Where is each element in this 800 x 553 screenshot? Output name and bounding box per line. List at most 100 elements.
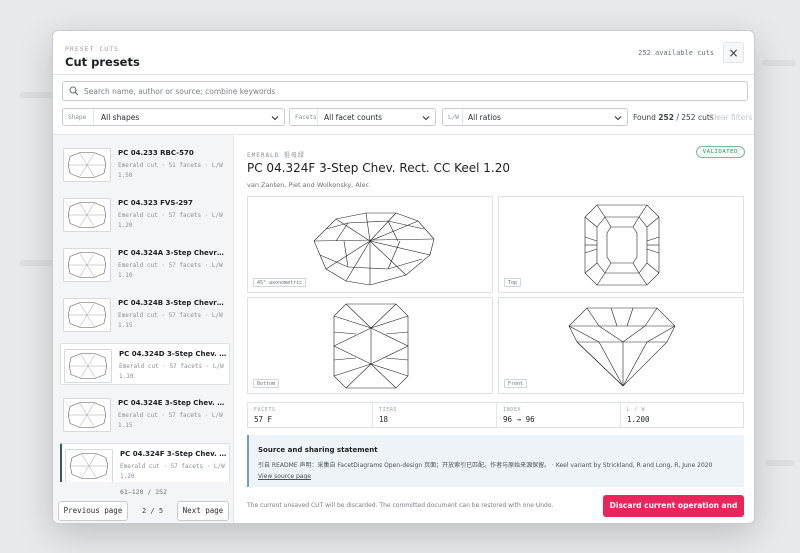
stat-label: TIERS: [379, 407, 398, 413]
stat-tiers: TIERS 18: [373, 403, 497, 427]
stat-ratio: L / W 1.200: [621, 403, 743, 427]
stat-value: 57 F: [254, 415, 273, 424]
stat-facets: FACETS 57 F: [248, 403, 373, 427]
backdrop-decoration: [762, 60, 796, 66]
list-item-title: PC 04.324D 3-Step Chev. Rect. …: [119, 350, 227, 358]
list-item-meta-ratio: 1.20: [118, 221, 133, 229]
dialog-title: Cut presets: [65, 55, 140, 69]
shape-filter[interactable]: Shape All shapes: [62, 108, 285, 126]
list-item-meta-ratio: 1.10: [118, 271, 133, 279]
validated-badge: VALIDATED: [695, 146, 745, 158]
view-label: Top: [504, 278, 522, 287]
list-item-meta: Emerald cut · 57 facets · L/W 1.15: [118, 411, 226, 430]
list-item-title: PC 04.233 RBC-570: [118, 149, 194, 157]
source-text: 引自 README 声明：采集自 FacetDiagrams Open-desi…: [258, 462, 713, 469]
list-item[interactable]: PC 04.323 FVS-297 Emerald cut · 57 facet…: [60, 193, 230, 235]
search-bar: [62, 81, 748, 101]
stat-value: 18: [379, 415, 389, 424]
discard-and-load-button[interactable]: Discard current operation and load: [603, 495, 744, 517]
list-item-meta-ratio: 1.20: [120, 472, 135, 480]
list-item[interactable]: PC 04.324A 3-Step Chevron … Emerald cut …: [60, 243, 230, 285]
list-item-meta-line: Emerald cut · 57 facets · L/W: [120, 463, 225, 470]
preset-list-panel: PC 04.233 RBC-570 Emerald cut · 51 facet…: [53, 134, 234, 523]
chevron-down-icon: [271, 116, 279, 121]
cut-stats: FACETS 57 F TIERS 18 INDEX 96 → 96 L / W…: [247, 402, 744, 428]
axonometric-view: 45° axonometric: [247, 196, 493, 293]
view-label: Bottom: [253, 379, 280, 388]
list-item-title: PC 04.324E 3-Step Chev. Rect. …: [118, 399, 226, 407]
cut-thumbnail: [63, 148, 111, 182]
ratio-filter[interactable]: L/W All ratios: [442, 108, 628, 126]
preset-list: PC 04.233 RBC-570 Emerald cut · 51 facet…: [53, 135, 234, 482]
clear-filters-button[interactable]: Clear filters: [709, 113, 752, 122]
ratio-filter-label: L/W: [448, 114, 459, 121]
facets-filter[interactable]: Facets All facet counts: [289, 108, 436, 126]
source-statement: Source and sharing statement 引自 README 声…: [247, 435, 744, 487]
bottom-view: Bottom: [247, 297, 493, 394]
ratio-filter-value: All ratios: [468, 113, 501, 122]
list-item-meta-line: Emerald cut · 57 facets · L/W: [119, 363, 224, 370]
front-diagram: [568, 307, 676, 387]
dialog-eyebrow: PRESET CUTS: [65, 45, 120, 53]
detail-authors: van Zanten, Piet and Wolkonsky, Alec: [247, 181, 370, 189]
list-item-meta: Emerald cut · 57 facets · L/W 1.10: [119, 362, 227, 381]
list-item[interactable]: PC 04.324E 3-Step Chev. Rect. … Emerald …: [60, 393, 230, 435]
view-label: 45° axonometric: [253, 278, 307, 287]
list-item-meta-line: Emerald cut · 57 facets · L/W: [118, 412, 223, 419]
cut-thumbnail: [63, 248, 111, 282]
search-icon: [69, 86, 79, 96]
list-item-meta: Emerald cut · 57 facets · L/W 1.15: [118, 311, 226, 330]
list-item[interactable]: PC 04.233 RBC-570 Emerald cut · 51 facet…: [60, 143, 230, 185]
chevron-down-icon: [614, 116, 622, 121]
page-indicator: 2 / 5: [142, 507, 164, 515]
close-button[interactable]: ×: [723, 42, 744, 63]
detail-title: PC 04.324F 3-Step Chev. Rect. CC Keel 1.…: [247, 161, 510, 175]
view-source-link[interactable]: View source page: [258, 473, 311, 480]
list-item-meta-ratio: 1.10: [119, 372, 134, 380]
dialog-header: PRESET CUTS Cut presets 252 available cu…: [53, 31, 754, 75]
facets-filter-label: Facets: [295, 114, 317, 121]
list-item-meta: Emerald cut · 51 facets · L/W 1.50: [118, 161, 226, 180]
cut-presets-dialog: PRESET CUTS Cut presets 252 available cu…: [52, 30, 755, 524]
found-count: Found 252 / 252 cuts: [633, 113, 714, 122]
stat-index: INDEX 96 → 96: [497, 403, 621, 427]
search-input[interactable]: [84, 84, 724, 99]
stat-label: FACETS: [254, 407, 276, 413]
list-item-meta-line: Emerald cut · 51 facets · L/W: [118, 162, 223, 169]
available-count: 252 available cuts: [638, 49, 714, 57]
backdrop-decoration: [765, 460, 795, 466]
chevron-down-icon: [422, 116, 430, 121]
cut-thumbnail: [64, 349, 112, 383]
list-item-meta-ratio: 1.15: [118, 321, 133, 329]
list-item-selected[interactable]: PC 04.324F 3-Step Chev. Rect. … Emerald …: [60, 443, 230, 482]
list-item-meta-line: Emerald cut · 57 facets · L/W: [118, 212, 223, 219]
list-item-title: PC 04.323 FVS-297: [118, 199, 193, 207]
cut-thumbnail: [65, 449, 113, 482]
shape-filter-label: Shape: [68, 114, 87, 121]
list-item-meta-ratio: 1.15: [118, 421, 133, 429]
close-icon: ×: [728, 46, 739, 60]
found-number: 252: [658, 113, 674, 122]
list-item[interactable]: PC 04.324B 3-Step Chevron … Emerald cut …: [60, 293, 230, 335]
shape-filter-value: All shapes: [101, 113, 140, 122]
list-item-meta-line: Emerald cut · 57 facets · L/W: [118, 262, 223, 269]
list-item-meta: Emerald cut · 57 facets · L/W 1.20: [118, 211, 226, 230]
next-page-button[interactable]: Next page: [177, 501, 229, 521]
cut-thumbnail: [63, 398, 111, 432]
bottom-diagram: [333, 303, 409, 389]
list-item-title: PC 04.324F 3-Step Chev. Rect. …: [120, 450, 228, 458]
stat-label: INDEX: [503, 407, 522, 413]
stat-value: 96 → 96: [503, 415, 535, 424]
list-item-meta-line: Emerald cut · 57 facets · L/W: [118, 312, 223, 319]
previous-page-button[interactable]: Previous page: [58, 501, 128, 521]
preset-detail-panel: EMERALD 祖母绿 PC 04.324F 3-Step Chev. Rect…: [235, 134, 754, 523]
list-item[interactable]: PC 04.324D 3-Step Chev. Rect. … Emerald …: [60, 343, 230, 385]
found-prefix: Found: [633, 113, 656, 122]
page-range: 61–120 / 252: [120, 488, 167, 496]
top-view: Top: [498, 196, 744, 293]
list-item-meta: Emerald cut · 57 facets · L/W 1.10: [118, 261, 226, 280]
source-title: Source and sharing statement: [258, 446, 378, 454]
list-item-title: PC 04.324B 3-Step Chevron …: [118, 299, 226, 307]
list-item-title: PC 04.324A 3-Step Chevron …: [118, 249, 226, 257]
stat-label: L / W: [627, 407, 646, 413]
